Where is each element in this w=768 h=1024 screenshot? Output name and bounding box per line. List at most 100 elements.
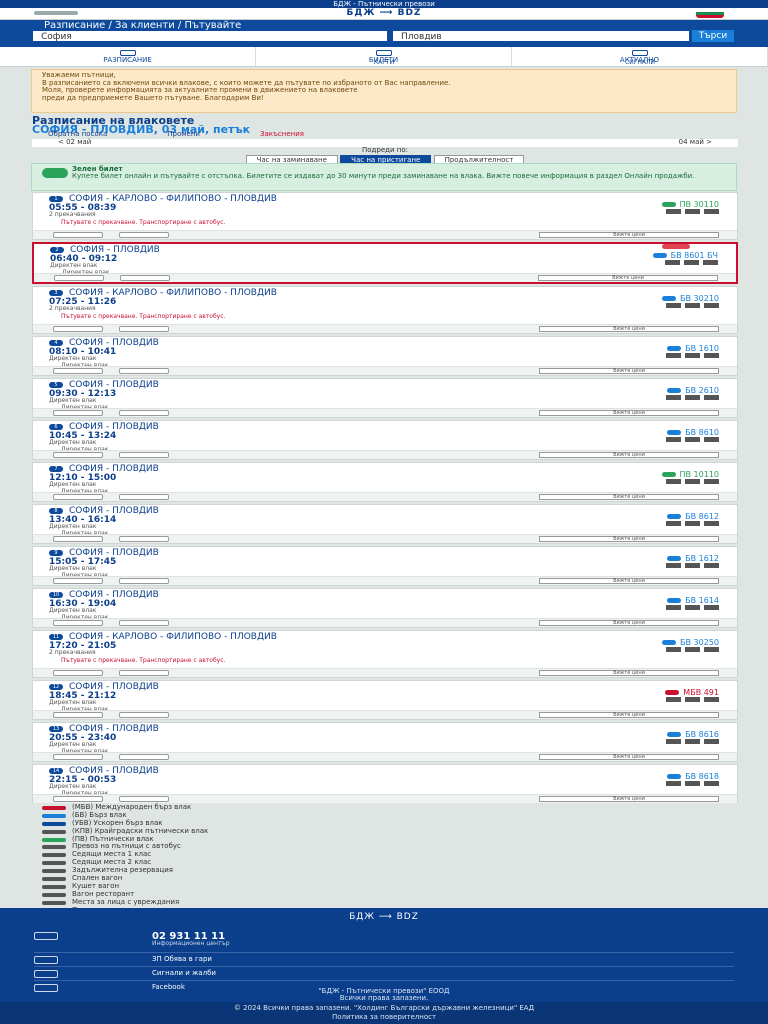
collapse-details-icon[interactable] bbox=[120, 275, 170, 281]
train-id[interactable]: БВ 8616 bbox=[667, 731, 719, 739]
privacy-link[interactable]: Политика за поверителност bbox=[0, 1014, 768, 1021]
seat-1st-class-icon bbox=[666, 697, 681, 702]
legend-swatch-icon bbox=[42, 845, 66, 850]
expand-details-icon[interactable] bbox=[53, 796, 103, 802]
train-id[interactable]: БВ 8612 bbox=[667, 513, 719, 521]
collapse-details-icon[interactable] bbox=[119, 536, 169, 542]
expand-details-icon[interactable] bbox=[53, 536, 103, 542]
train-card[interactable]: 12 СОФИЯ - ПЛОВДИВ 18:45 - 21:12 Директен в… bbox=[32, 680, 738, 720]
train-id[interactable]: БВ 1612 bbox=[667, 555, 719, 563]
see-prices-button[interactable]: Вижте цени bbox=[539, 620, 719, 626]
collapse-details-icon[interactable] bbox=[119, 494, 169, 500]
collapse-details-icon[interactable] bbox=[119, 452, 169, 458]
expand-details-icon[interactable] bbox=[53, 670, 103, 676]
collapse-details-icon[interactable] bbox=[119, 796, 169, 802]
collapse-details-icon[interactable] bbox=[119, 410, 169, 416]
transfer-info: 2 прекачвания bbox=[49, 305, 96, 312]
expand-details-icon[interactable] bbox=[53, 410, 103, 416]
see-prices-button[interactable]: Вижте цени bbox=[539, 536, 719, 542]
collapse-details-icon[interactable] bbox=[119, 368, 169, 374]
expand-details-icon[interactable] bbox=[53, 578, 103, 584]
train-card[interactable]: 7 СОФИЯ - ПЛОВДИВ 12:10 - 15:00 Директен вл… bbox=[32, 462, 738, 502]
see-prices-button[interactable]: Вижте цени bbox=[539, 326, 719, 332]
train-id[interactable]: МБВ 491 bbox=[665, 689, 719, 697]
expand-details-icon[interactable] bbox=[54, 275, 104, 281]
expand-details-icon[interactable] bbox=[53, 368, 103, 374]
train-card[interactable]: 11 СОФИЯ - КАРЛОВО - ФИЛИПОВО - ПЛОВДИВ 17… bbox=[32, 630, 738, 678]
expand-details-icon[interactable] bbox=[53, 232, 103, 238]
see-prices-button[interactable]: Вижте цени bbox=[539, 452, 719, 458]
expand-details-icon[interactable] bbox=[53, 452, 103, 458]
train-card[interactable]: 3 СОФИЯ - КАРЛОВО - ФИЛИПОВО - ПЛОВДИВ 07:… bbox=[32, 286, 738, 334]
see-prices-button[interactable]: Вижте цени bbox=[539, 232, 719, 238]
from-station-field[interactable]: София bbox=[32, 30, 388, 42]
see-prices-button[interactable]: Вижте цени bbox=[539, 494, 719, 500]
see-prices-button[interactable]: Вижте цени bbox=[539, 670, 719, 676]
see-prices-button[interactable]: Вижте цени bbox=[539, 712, 719, 718]
see-prices-button[interactable]: Вижте цени bbox=[539, 410, 719, 416]
collapse-details-icon[interactable] bbox=[119, 578, 169, 584]
collapse-details-icon[interactable] bbox=[119, 712, 169, 718]
train-card[interactable]: 1 СОФИЯ - КАРЛОВО - ФИЛИПОВО - ПЛОВДИВ 05:… bbox=[32, 192, 738, 240]
to-station-field[interactable]: Пловдив bbox=[392, 30, 690, 42]
search-button[interactable]: Търси bbox=[692, 30, 734, 42]
expand-details-icon[interactable] bbox=[53, 620, 103, 626]
seat-2nd-class-icon bbox=[685, 647, 700, 652]
legend-swatch-icon bbox=[42, 821, 66, 826]
train-id[interactable]: БВ 1610 bbox=[667, 345, 719, 353]
legend-text: Вагон ресторант bbox=[72, 889, 135, 898]
train-id[interactable]: БВ 8618 bbox=[667, 773, 719, 781]
footer-logo[interactable]: БДЖ ⟶ BDZ bbox=[0, 913, 768, 922]
train-id[interactable]: БВ 8601 БЧ bbox=[652, 252, 718, 260]
see-prices-button[interactable]: Вижте цени bbox=[539, 368, 719, 374]
train-number-badge: 3 bbox=[49, 289, 63, 296]
train-card[interactable]: 10 СОФИЯ - ПЛОВДИВ 16:30 - 19:04 Директен в… bbox=[32, 588, 738, 628]
card-footer: Вижте цени bbox=[33, 408, 737, 417]
expand-details-icon[interactable] bbox=[53, 754, 103, 760]
tab-map[interactable]: КАРТИ bbox=[256, 60, 512, 67]
expand-details-icon[interactable] bbox=[53, 712, 103, 718]
train-id[interactable]: БВ 30210 bbox=[662, 295, 719, 303]
train-card[interactable]: 14 СОФИЯ - ПЛОВДИВ 22:15 - 00:53 Директен в… bbox=[32, 764, 738, 804]
see-prices-button[interactable]: Вижте цени bbox=[539, 796, 719, 802]
train-id[interactable]: ПВ 10110 bbox=[661, 471, 719, 479]
seat-1st-class-icon bbox=[666, 563, 681, 568]
train-id[interactable]: БВ 1614 bbox=[667, 597, 719, 605]
seat-2nd-class-icon bbox=[685, 563, 700, 568]
language-flag-icon[interactable] bbox=[696, 9, 724, 18]
train-card[interactable]: 8 СОФИЯ - ПЛОВДИВ 13:40 - 16:14 Директен вл… bbox=[32, 504, 738, 544]
next-day-link[interactable]: 04 май > bbox=[679, 139, 712, 146]
legend-item: (КПВ) Крайградски пътнически влак bbox=[42, 827, 738, 836]
train-id[interactable]: БВ 2610 bbox=[667, 387, 719, 395]
tab-signals[interactable]: СИГНАЛИ bbox=[512, 60, 768, 67]
seat-1st-class-icon bbox=[666, 647, 681, 652]
train-id[interactable]: ПВ 30110 bbox=[661, 201, 719, 209]
change-search-link[interactable]: Промени bbox=[167, 131, 200, 139]
collapse-details-icon[interactable] bbox=[119, 670, 169, 676]
green-ticket-icon bbox=[42, 168, 68, 178]
train-id[interactable]: БВ 30250 bbox=[662, 639, 719, 647]
see-prices-button[interactable]: Вижте цени bbox=[539, 754, 719, 760]
collapse-details-icon[interactable] bbox=[119, 620, 169, 626]
collapse-details-icon[interactable] bbox=[119, 326, 169, 332]
collapse-details-icon[interactable] bbox=[119, 232, 169, 238]
train-card[interactable]: 9 СОФИЯ - ПЛОВДИВ 15:05 - 17:45 Директен вл… bbox=[32, 546, 738, 586]
bdz-logo[interactable]: БДЖ ⟶ BDZ bbox=[347, 9, 422, 18]
see-prices-button[interactable]: Вижте цени bbox=[538, 275, 718, 281]
train-card[interactable]: 5 СОФИЯ - ПЛОВДИВ 09:30 - 12:13 Директен вл… bbox=[32, 378, 738, 418]
train-id-text: БВ 2610 bbox=[685, 386, 719, 395]
footer-phone-sub: Информационен център bbox=[152, 940, 230, 947]
train-card[interactable]: 6 СОФИЯ - ПЛОВДИВ 10:45 - 13:24 Директен вл… bbox=[32, 420, 738, 460]
train-number-badge: 12 bbox=[49, 683, 63, 690]
expand-details-icon[interactable] bbox=[53, 494, 103, 500]
expand-details-icon[interactable] bbox=[53, 326, 103, 332]
see-prices-button[interactable]: Вижте цени bbox=[539, 578, 719, 584]
train-card[interactable]: 13 СОФИЯ - ПЛОВДИВ 20:55 - 23:40 Директен в… bbox=[32, 722, 738, 762]
previous-day-link[interactable]: < 02 май bbox=[58, 139, 91, 146]
hamburger-menu-icon[interactable] bbox=[34, 11, 78, 15]
collapse-details-icon[interactable] bbox=[119, 754, 169, 760]
train-id[interactable]: БВ 8610 bbox=[667, 429, 719, 437]
train-card[interactable]: 2 СОФИЯ - ПЛОВДИВ 06:40 - 09:12 Директен вл… bbox=[32, 242, 738, 284]
delays-link[interactable]: Закъснения bbox=[260, 131, 304, 139]
train-card[interactable]: 4 СОФИЯ - ПЛОВДИВ 08:10 - 10:41 Директен вл… bbox=[32, 336, 738, 376]
